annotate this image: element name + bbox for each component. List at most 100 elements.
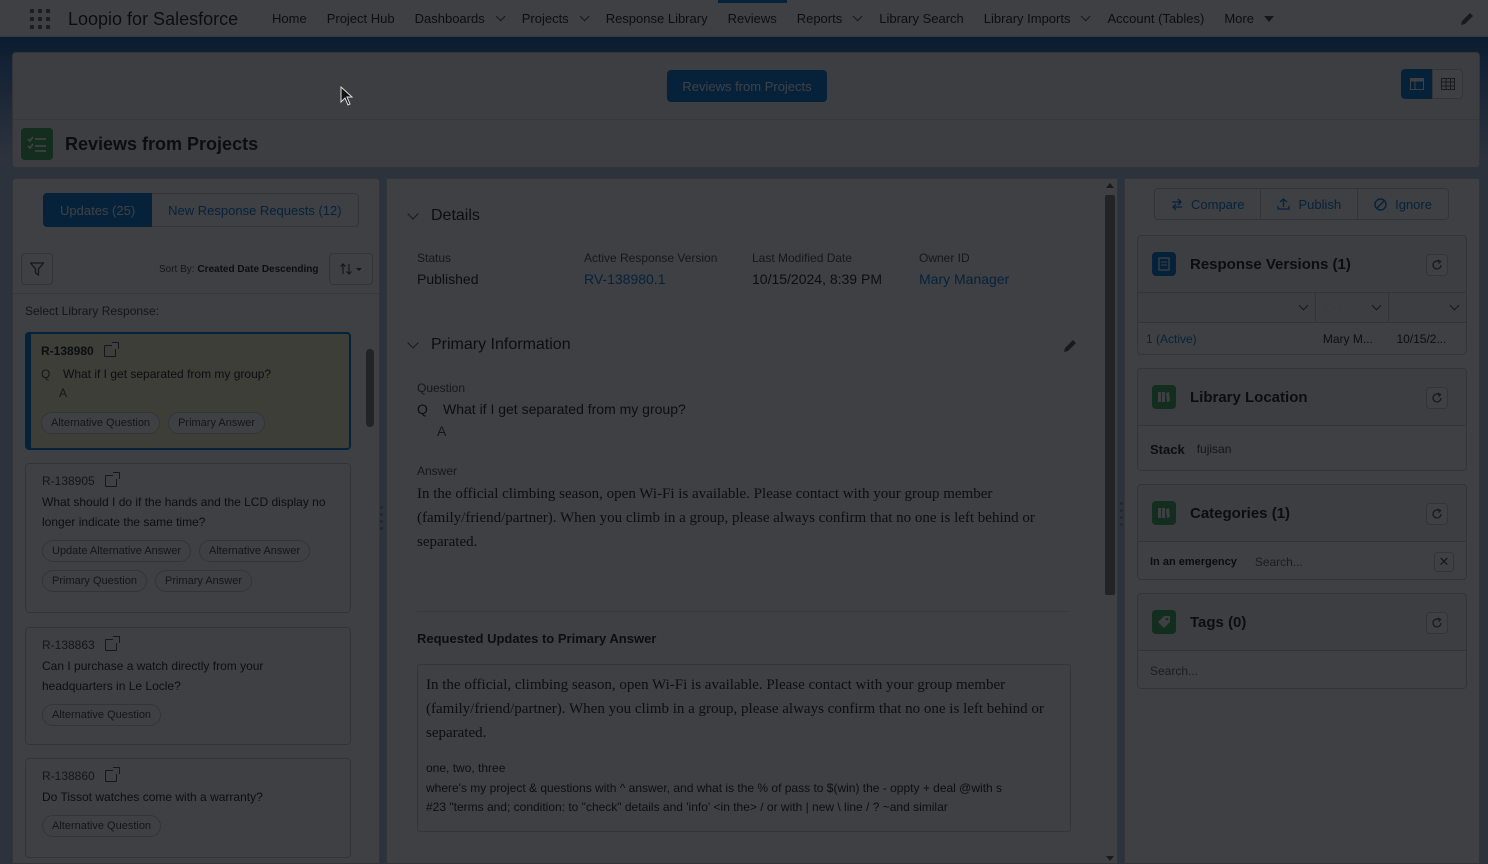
response-versions-card: Response Versions (1) Version Cre... Cre… bbox=[1137, 235, 1467, 355]
filter-button[interactable] bbox=[21, 253, 53, 285]
chevron-down-icon[interactable] bbox=[852, 11, 863, 22]
sort-button[interactable] bbox=[329, 253, 373, 285]
requested-updates-heading: Requested Updates to Primary Answer bbox=[417, 631, 657, 646]
primary-question: Q What if I get separated from my group? bbox=[417, 401, 686, 417]
reviews-from-projects-button[interactable]: Reviews from Projects bbox=[667, 70, 827, 102]
chevron-down-icon[interactable] bbox=[1298, 300, 1309, 311]
open-external-icon[interactable] bbox=[104, 472, 120, 487]
nav-item-reports[interactable]: Reports bbox=[787, 0, 870, 37]
nav-item-reviews[interactable]: Reviews bbox=[717, 0, 787, 37]
column-header-created-date[interactable]: Cre... bbox=[1388, 293, 1466, 322]
review-type-tabs: Updates (25) New Response Requests (12) bbox=[43, 193, 359, 227]
nav-item-response-library[interactable]: Response Library bbox=[596, 0, 718, 37]
requested-line: where's my project & questions with ^ an… bbox=[426, 780, 1003, 795]
nav-item-library-search[interactable]: Library Search bbox=[869, 0, 974, 37]
global-nav: Loopio for Salesforce Home Project Hub D… bbox=[0, 0, 1488, 37]
app-page: Loopio for Salesforce Home Project Hub D… bbox=[0, 0, 1488, 864]
table-view-button[interactable] bbox=[1432, 69, 1463, 99]
requested-update-box: In the official, climbing season, open W… bbox=[417, 664, 1071, 832]
owner-link[interactable]: Mary Manager bbox=[919, 271, 1009, 287]
chevron-down-icon[interactable] bbox=[1449, 300, 1460, 311]
review-list-icon bbox=[21, 128, 53, 160]
answer-label: Answer bbox=[417, 464, 458, 478]
page-title: Reviews from Projects bbox=[65, 134, 259, 154]
refresh-icon bbox=[1432, 259, 1442, 270]
response-id[interactable]: R-138863 bbox=[42, 638, 95, 652]
chevron-down-icon[interactable] bbox=[407, 337, 419, 349]
response-id[interactable]: R-138860 bbox=[42, 769, 95, 783]
response-card[interactable]: R-138905 What should I do if the hands a… bbox=[25, 463, 351, 613]
nav-item-dashboards[interactable]: Dashboards bbox=[405, 0, 512, 37]
refresh-button[interactable] bbox=[1426, 254, 1448, 276]
scroll-thumb[interactable] bbox=[1105, 195, 1115, 595]
card-question: Do Tissot watches come with a warranty? bbox=[42, 790, 263, 804]
nav-item-home[interactable]: Home bbox=[262, 0, 317, 37]
card-title: Tags (0) bbox=[1190, 613, 1247, 631]
left-resize-handle[interactable] bbox=[380, 506, 384, 530]
change-pill: Alternative Question bbox=[42, 815, 162, 837]
tags-search-input[interactable]: Search... bbox=[1138, 650, 1466, 688]
scroll-up-arrow-icon[interactable] bbox=[1106, 183, 1114, 188]
refresh-icon bbox=[1432, 508, 1442, 519]
response-card[interactable]: R-138860 Do Tissot watches come with a w… bbox=[25, 758, 351, 858]
tab-updates[interactable]: Updates (25) bbox=[43, 193, 153, 227]
caret-down-icon[interactable] bbox=[1263, 15, 1274, 22]
answer-prefix: A bbox=[437, 423, 447, 439]
tab-new-response-requests[interactable]: New Response Requests (12) bbox=[152, 193, 359, 227]
chevron-down-icon[interactable] bbox=[579, 11, 590, 22]
details-section-header[interactable]: Details bbox=[407, 207, 480, 225]
primary-info-section-header[interactable]: Primary Information bbox=[407, 336, 571, 354]
open-external-icon[interactable] bbox=[104, 767, 120, 782]
change-pill: Primary Answer bbox=[154, 570, 253, 592]
nav-item-more[interactable]: More bbox=[1214, 0, 1284, 37]
version-link[interactable]: 1 (Active) bbox=[1138, 323, 1315, 354]
response-card[interactable]: R-138863 Can I purchase a watch directly… bbox=[25, 627, 351, 745]
publish-button[interactable]: Publish bbox=[1261, 188, 1359, 220]
edit-nav-icon[interactable] bbox=[1460, 12, 1474, 26]
app-name: Loopio for Salesforce bbox=[68, 9, 239, 29]
chevron-down-icon[interactable] bbox=[407, 208, 419, 220]
chevron-down-icon[interactable] bbox=[1371, 300, 1382, 311]
ignore-button[interactable]: Ignore bbox=[1358, 188, 1449, 220]
sort-label: Sort By: Created Date Descending bbox=[159, 264, 319, 275]
active-version-link[interactable]: RV-138980.1 bbox=[584, 271, 717, 287]
refresh-icon bbox=[1432, 617, 1442, 628]
nav-item-account-tables[interactable]: Account (Tables) bbox=[1097, 0, 1214, 37]
split-view-icon bbox=[1409, 78, 1424, 90]
center-scrollbar[interactable] bbox=[1103, 183, 1117, 861]
detail-panel: Details Status Published Active Response … bbox=[386, 178, 1118, 864]
refresh-button[interactable] bbox=[1426, 387, 1448, 409]
scroll-thumb[interactable] bbox=[366, 349, 374, 427]
response-card[interactable]: R-138980 Q What if I get separated from m… bbox=[25, 332, 351, 450]
sort-icon bbox=[340, 263, 362, 275]
question-label: Question bbox=[417, 381, 466, 395]
clear-category-button[interactable]: ✕ bbox=[1434, 551, 1454, 572]
chevron-down-icon[interactable] bbox=[1081, 11, 1092, 22]
refresh-button[interactable] bbox=[1426, 503, 1448, 525]
card-title: Response Versions (1) bbox=[1190, 255, 1351, 273]
column-header-version[interactable]: Version bbox=[1138, 293, 1315, 322]
edit-icon[interactable] bbox=[1063, 339, 1077, 353]
refresh-button[interactable] bbox=[1426, 612, 1448, 634]
nav-item-project-hub[interactable]: Project Hub bbox=[317, 0, 405, 37]
category-search-input[interactable]: Search... bbox=[1255, 555, 1303, 569]
response-id[interactable]: R-138905 bbox=[42, 474, 95, 488]
nav-item-library-imports[interactable]: Library Imports bbox=[974, 0, 1098, 37]
nav-item-projects[interactable]: Projects bbox=[512, 0, 596, 37]
column-header-created-by[interactable]: Cre... bbox=[1314, 293, 1389, 322]
compare-button[interactable]: Compare bbox=[1154, 188, 1262, 220]
primary-answer: In the official climbing season, open Wi… bbox=[417, 486, 1035, 550]
tags-card: Tags (0) Search... bbox=[1137, 593, 1467, 689]
chevron-down-icon[interactable] bbox=[495, 11, 506, 22]
requested-answer-text: In the official, climbing season, open W… bbox=[426, 677, 1044, 741]
requested-line: one, two, three bbox=[426, 761, 506, 775]
left-scrollbar[interactable] bbox=[365, 339, 375, 855]
scroll-down-arrow-icon[interactable] bbox=[1106, 856, 1114, 861]
split-view-button[interactable] bbox=[1401, 69, 1432, 99]
change-pill: Alternative Question bbox=[41, 412, 161, 434]
open-external-icon[interactable] bbox=[104, 636, 120, 651]
mouse-cursor-icon bbox=[340, 86, 354, 106]
response-id[interactable]: R-138980 bbox=[41, 344, 94, 358]
open-external-icon[interactable] bbox=[103, 342, 119, 357]
app-launcher-icon[interactable] bbox=[30, 9, 50, 29]
